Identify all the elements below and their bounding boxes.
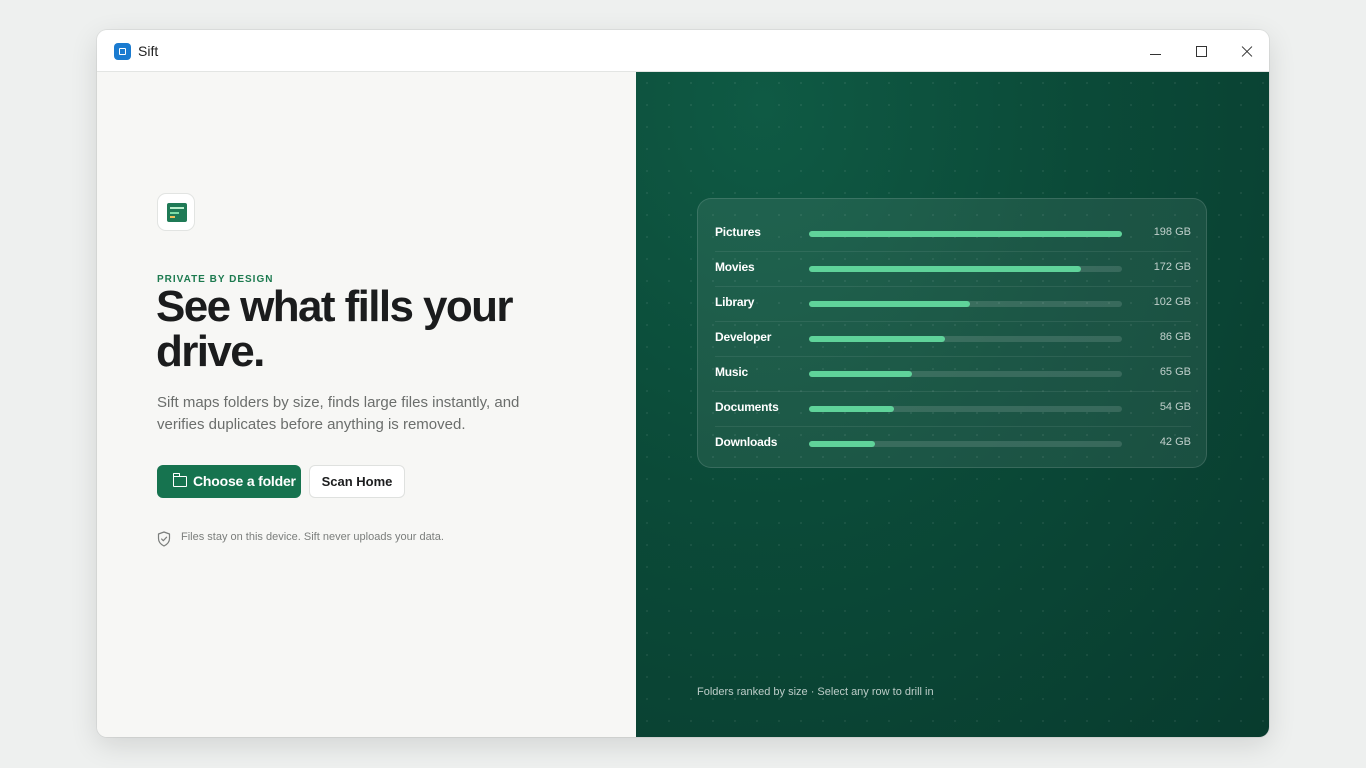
logo-icon [167,203,187,222]
folder-icon [173,473,187,487]
size-bar-track [809,406,1122,412]
folder-size: 54 GB [1159,401,1191,413]
folder-row[interactable]: Movies 172 GB [715,251,1191,286]
minimize-button[interactable] [1132,30,1178,72]
size-bar-fill [809,301,971,307]
title-bar: Sift [97,30,1269,72]
folder-row[interactable]: Documents 54 GB [715,391,1191,426]
folder-size: 102 GB [1153,296,1191,308]
folder-size: 42 GB [1159,436,1191,448]
size-bar-fill [809,336,945,342]
folder-row[interactable]: Downloads 42 GB [715,426,1191,461]
folder-size: 172 GB [1153,261,1191,273]
folder-row[interactable]: Developer 86 GB [715,321,1191,356]
choose-folder-button[interactable]: Choose a folder [157,465,301,498]
shield-icon [157,531,171,547]
folder-size-card: Pictures 198 GB Movies 172 GB Library 102 GB D… [697,198,1207,468]
folder-name: Movies [715,260,755,274]
app-window: Sift PRIVATE BY DESIGN See what fills yo… [97,30,1269,737]
privacy-text: Files stay on this device. Sift never up… [181,531,444,543]
page-title: See what fills your drive. [156,282,514,376]
folder-size: 65 GB [1159,366,1191,378]
window-title: Sift [138,43,159,59]
close-button[interactable] [1223,30,1269,72]
description-text: Sift maps folders by size, finds large f… [157,394,520,433]
size-bar-fill [809,441,876,447]
maximize-button[interactable] [1178,30,1224,72]
size-bar-fill [809,231,1122,237]
welcome-panel: PRIVATE BY DESIGN See what fills your dr… [97,72,636,737]
preview-footnote: Folders ranked by size · Select any row … [697,686,934,698]
sift-logo [157,193,195,231]
folder-row[interactable]: Pictures 198 GB [715,216,1191,251]
preview-panel: Pictures 198 GB Movies 172 GB Library 102 GB D… [636,72,1269,737]
size-bar-fill [809,371,912,377]
choose-folder-label: Choose a folder [193,473,296,489]
size-bar-track [809,441,1122,447]
folder-name: Library [715,295,755,309]
folder-name: Pictures [715,225,761,239]
folder-name: Documents [715,400,779,414]
maximize-icon [1196,46,1207,57]
folder-name: Developer [715,330,772,344]
folder-size: 86 GB [1159,331,1191,343]
app-icon [114,43,131,60]
size-bar-track [809,336,1122,342]
folder-row[interactable]: Library 102 GB [715,286,1191,321]
minimize-icon [1150,54,1161,55]
size-bar-track [809,266,1122,272]
size-bar-track [809,301,1122,307]
size-bar-fill [809,266,1081,272]
folder-row[interactable]: Music 65 GB [715,356,1191,391]
size-bar-track [809,371,1122,377]
size-bar-track [809,231,1122,237]
folder-name: Music [715,365,749,379]
folder-size: 198 GB [1153,226,1191,238]
folder-name: Downloads [715,435,778,449]
size-bar-fill [809,406,895,412]
scan-home-button[interactable]: Scan Home [309,465,405,498]
